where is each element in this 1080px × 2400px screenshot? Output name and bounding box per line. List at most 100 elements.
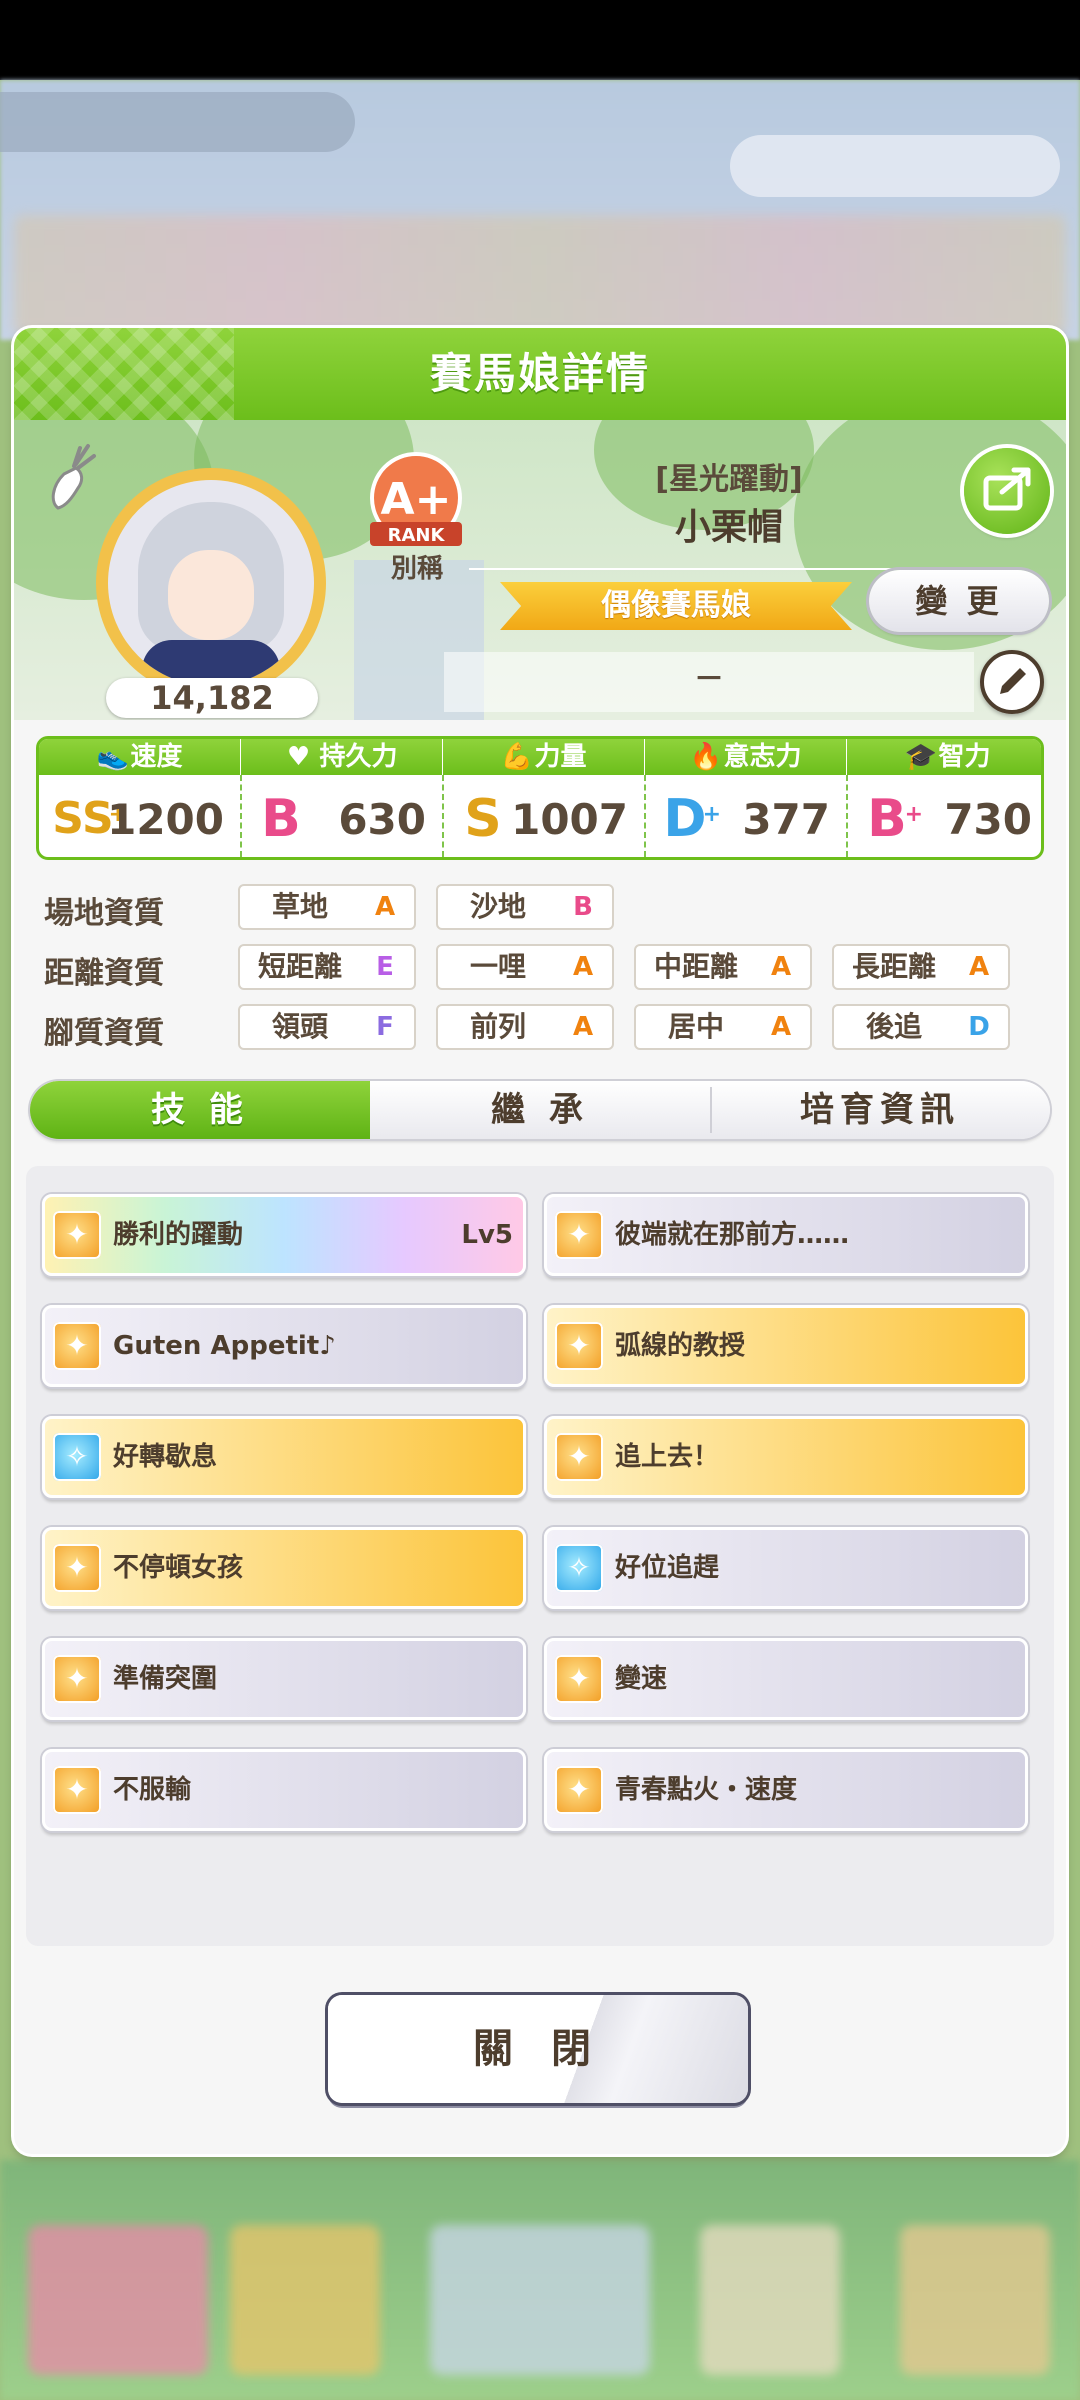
flame-icon: 🔥 <box>689 742 722 772</box>
aptitude-sprint: 短距離 E <box>238 944 416 990</box>
modal-header: 賽馬娘詳情 <box>14 328 1066 420</box>
stat-value: 730 <box>944 795 1032 844</box>
skill-icon: ✦ <box>555 1766 603 1814</box>
aptitude-name: 長距離 <box>851 950 936 983</box>
skill-icon: ✦ <box>53 1655 101 1703</box>
stat-grade-plus: + <box>904 802 923 827</box>
skill-item[interactable]: ✦ 勝利的躍動 Lv5 <box>42 1194 526 1276</box>
stat-grade-letter: B <box>261 789 301 849</box>
stat-value: 377 <box>742 795 830 844</box>
character-name: 小栗帽 <box>674 507 783 548</box>
close-button[interactable]: 關 閉 <box>328 1995 748 2103</box>
aptitude-name: 草地 <box>271 890 328 923</box>
aptitude-long: 長距離 A <box>832 944 1010 990</box>
stat-grade: S <box>453 789 513 849</box>
skills-panel: ✦ 勝利的躍動 Lv5 ✦ 彼端就在那前方…… ✦ Guten Appetit♪… <box>26 1166 1054 1946</box>
stat-value: 1007 <box>511 795 628 844</box>
stat-label: 力量 <box>534 742 587 772</box>
tab-skills[interactable]: 技 能 <box>30 1081 370 1139</box>
memo-field: － <box>444 652 974 712</box>
aptitude-name: 領頭 <box>271 1010 328 1043</box>
change-title-button[interactable]: 變 更 <box>869 570 1049 632</box>
aptitude-dirt: 沙地 B <box>436 884 614 930</box>
skill-item[interactable]: ✦ 青春點火・速度 <box>544 1749 1028 1831</box>
skill-name: Guten Appetit♪ <box>113 1331 336 1361</box>
skill-name: 弧線的教授 <box>615 1331 746 1361</box>
skill-item[interactable]: ✦ 彼端就在那前方…… <box>544 1194 1028 1276</box>
skill-icon: ✧ <box>53 1433 101 1481</box>
rank-word-text: RANK <box>388 525 446 546</box>
share-button[interactable] <box>964 448 1050 534</box>
stat-grade: B + <box>857 789 923 849</box>
stat-label: 智力 <box>938 742 991 772</box>
stats-panel: 👟速度 SS + 1200 ♥ 持久力 B 630 💪力量 S 1007 🔥意志力 … <box>36 736 1044 860</box>
skill-item[interactable]: ✦ 變速 <box>544 1638 1028 1720</box>
stat-wisdom: 🎓智力 B + 730 <box>847 739 1041 857</box>
aptitude-grade: A <box>572 952 594 982</box>
aptitude-name: 一哩 <box>469 950 526 983</box>
skill-item[interactable]: ✧ 好轉歇息 <box>42 1416 526 1498</box>
tab-training-info[interactable]: 培育資訊 <box>710 1081 1050 1139</box>
aptitude-betweener: 居中 A <box>634 1004 812 1050</box>
modal-title: 賽馬娘詳情 <box>429 349 650 398</box>
heart-icon: ♥ <box>286 742 311 772</box>
background-card-strip <box>14 215 1066 335</box>
divider <box>469 568 909 570</box>
aptitude-mile: 一哩 A <box>436 944 614 990</box>
skill-icon: ✦ <box>555 1433 603 1481</box>
profile-panel: 14,182 A+ RANK 別稱 [星光躍動] 小栗帽 偶像賽馬娘 變 更 － <box>14 420 1066 720</box>
skill-level: Lv5 <box>461 1220 513 1250</box>
skill-name: 勝利的躍動 <box>113 1220 244 1250</box>
stat-grade: D + <box>655 789 721 849</box>
edit-memo-button[interactable] <box>980 650 1044 714</box>
stat-header: 👟速度 <box>39 739 240 775</box>
stat-grade: B <box>251 789 311 849</box>
skill-item[interactable]: ✦ 不停頓女孩 <box>42 1527 526 1609</box>
aptitude-runner: 領頭 F <box>238 1004 416 1050</box>
stat-label: 意志力 <box>723 742 802 772</box>
skill-item[interactable]: ✦ 準備突圍 <box>42 1638 526 1720</box>
fan-count: 14,182 <box>106 678 318 718</box>
stat-label: 持久力 <box>319 742 398 772</box>
skill-name: 準備突圍 <box>113 1664 218 1694</box>
skill-name: 不停頓女孩 <box>113 1553 244 1583</box>
skill-item[interactable]: ✦ 追上去！ <box>544 1416 1028 1498</box>
skill-name: 好轉歇息 <box>113 1442 218 1472</box>
skill-icon: ✧ <box>555 1544 603 1592</box>
skill-item[interactable]: ✦ Guten Appetit♪ <box>42 1305 526 1387</box>
stat-grade-plus: + <box>702 802 721 827</box>
trainee-detail-modal: 賽馬娘詳情 14,182 A+ RANK 別稱 [星光躍動] 小栗帽 偶像賽馬娘… <box>14 328 1066 2154</box>
carrot-icon[interactable] <box>42 442 98 512</box>
skill-name: 青春點火・速度 <box>615 1775 798 1805</box>
stat-guts: 🔥意志力 D + 377 <box>645 739 846 857</box>
muscle-icon: 💪 <box>500 742 533 772</box>
stat-grade-letter: S <box>464 789 502 849</box>
stat-value: 1200 <box>107 795 224 844</box>
aptitude-chaser: 後追 D <box>832 1004 1010 1050</box>
aptitude-turf: 草地 A <box>238 884 416 930</box>
aptitude-name: 中距離 <box>653 950 738 983</box>
skill-item[interactable]: ✧ 好位追趕 <box>544 1527 1028 1609</box>
stat-header: ♥ 持久力 <box>241 739 442 775</box>
skill-name: 變速 <box>615 1664 668 1694</box>
skill-name: 好位追趕 <box>615 1553 720 1583</box>
aptitude-label-style: 腳質資質 <box>44 1016 164 1051</box>
background-nav-item <box>900 2225 1050 2375</box>
rank-caption: 別稱 <box>390 554 443 584</box>
skill-item[interactable]: ✦ 不服輸 <box>42 1749 526 1831</box>
aptitude-label-track: 場地資質 <box>44 896 164 931</box>
skill-icon: ✦ <box>555 1655 603 1703</box>
stat-header: 🔥意志力 <box>645 739 846 775</box>
aptitude-grade: E <box>376 952 394 982</box>
skill-item[interactable]: ✦ 弧線的教授 <box>544 1305 1028 1387</box>
shoe-icon: 👟 <box>96 742 129 772</box>
stat-grade-letter: D <box>663 789 707 849</box>
aptitude-name: 前列 <box>469 1010 526 1043</box>
aptitude-grade: A <box>374 892 396 922</box>
graduation-cap-icon: 🎓 <box>904 742 937 772</box>
aptitude-name: 居中 <box>667 1010 724 1043</box>
tab-inheritance[interactable]: 繼 承 <box>370 1081 710 1139</box>
character-portrait[interactable] <box>108 480 314 686</box>
stat-grade-letter: SS <box>52 793 114 844</box>
aptitude-grade: A <box>572 1012 594 1042</box>
